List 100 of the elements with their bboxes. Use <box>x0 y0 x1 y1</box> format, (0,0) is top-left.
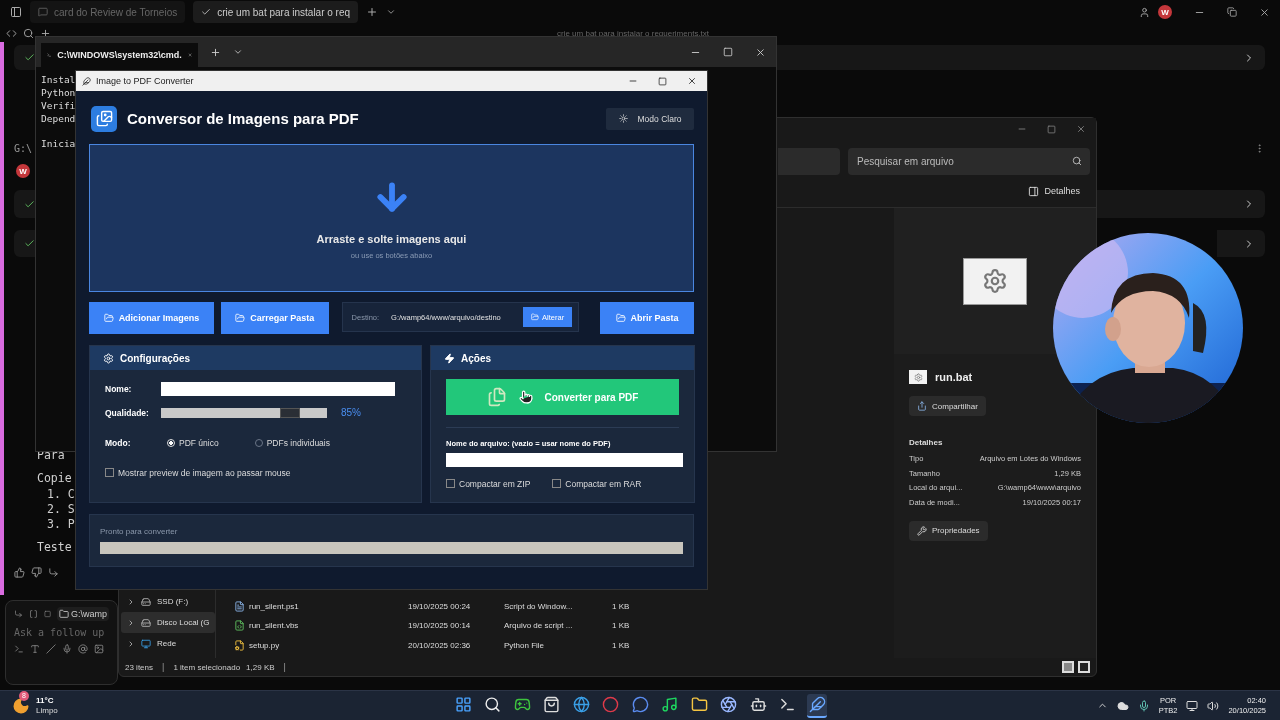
ring-icon <box>602 696 619 713</box>
feather-icon <box>82 76 91 86</box>
share-icon <box>917 401 927 411</box>
folder-icon <box>690 696 708 713</box>
status-text: Pronto para converter <box>100 527 179 536</box>
editor-tab[interactable]: crie um bat para instalar o req <box>193 1 359 23</box>
file-name: run.bat <box>935 371 973 383</box>
share-button[interactable]: Compartilhar <box>909 396 986 416</box>
chevron-down-icon[interactable] <box>233 47 243 57</box>
mic-icon[interactable] <box>1137 699 1150 712</box>
tree-item[interactable]: SSD (F:) <box>121 591 215 612</box>
name-field[interactable] <box>161 381 395 396</box>
search-icon[interactable] <box>23 27 34 39</box>
files-icon <box>486 387 507 407</box>
sun-icon <box>618 114 628 123</box>
file-date: 19/10/2025 00:14 <box>408 621 472 631</box>
terminal-icon <box>779 696 796 713</box>
gear-icon <box>913 372 923 382</box>
file-date: 20/10/2025 02:36 <box>408 640 472 650</box>
gamepad-icon <box>513 696 531 713</box>
file-row[interactable]: run_silent.ps1 19/10/2025 00:24 Script do Window... 1 KB <box>234 596 894 616</box>
tree-item[interactable]: Disco Local (G <box>121 612 215 633</box>
brackets-icon[interactable] <box>28 609 38 619</box>
maximize-icon[interactable] <box>1047 124 1056 134</box>
load-folder-button[interactable]: Carregar Pasta <box>220 302 329 334</box>
plus-icon[interactable] <box>40 27 51 39</box>
separator-text: | <box>162 662 165 672</box>
code-file-icon <box>234 620 245 632</box>
letter-icon[interactable] <box>30 644 40 654</box>
checkbox[interactable] <box>446 479 455 488</box>
terminal-line: Instal <box>41 73 76 86</box>
code-icon[interactable] <box>6 27 17 39</box>
close-icon[interactable] <box>1076 124 1086 134</box>
field-label: Modo: <box>105 437 132 448</box>
thumbs-down-icon[interactable] <box>31 567 42 578</box>
checkbox[interactable] <box>552 479 562 488</box>
close-icon[interactable] <box>755 46 766 58</box>
file-type: Script do Window... <box>504 601 574 611</box>
folder-icon <box>59 609 69 619</box>
file-row[interactable]: run_silent.vbs 19/10/2025 00:14 Arquivo de script ... 1 KB <box>234 616 894 636</box>
path-text: G:\ <box>14 142 33 154</box>
taskbar-app-button[interactable] <box>807 693 827 718</box>
file-size: 1 KB <box>612 640 631 650</box>
checkbox[interactable] <box>105 468 114 477</box>
new-tab-icon[interactable] <box>366 6 379 18</box>
tiles-view-icon[interactable] <box>1078 661 1090 673</box>
theme-button[interactable]: Modo Claro <box>606 107 694 130</box>
search-field[interactable]: Pesquisar em arquivo <box>848 148 1090 175</box>
thumbs-up-icon[interactable] <box>14 567 25 578</box>
file-row[interactable]: setup.py 20/10/2025 02:36 Python File 1 KB <box>234 635 894 655</box>
user-icon[interactable] <box>1139 6 1150 18</box>
images-icon <box>91 105 117 132</box>
folder-icon <box>615 313 626 323</box>
path-chip[interactable]: G:\wamp <box>57 607 109 621</box>
properties-button[interactable]: Propriedades <box>909 520 988 541</box>
image-icon[interactable] <box>94 644 104 654</box>
check-icon <box>24 238 35 249</box>
mic-icon[interactable] <box>62 644 72 654</box>
at-icon[interactable] <box>78 644 88 654</box>
moon-icon[interactable] <box>12 696 30 715</box>
status-text: 1 item selecionado <box>173 662 241 672</box>
cloud-icon[interactable] <box>1116 699 1129 712</box>
monitor-icon[interactable] <box>1186 699 1199 712</box>
chat-text: 1. C <box>47 487 75 502</box>
checkbox-label: Compactar em RAR <box>565 478 642 489</box>
slider-thumb[interactable] <box>280 407 301 418</box>
file-name: run_silent.vbs <box>249 621 299 631</box>
search-icon <box>484 696 501 713</box>
terminal-tab[interactable]: C:\WINDOWS\system32\cmd. <box>41 43 198 67</box>
gear-icon <box>982 268 1008 294</box>
new-tab-icon[interactable] <box>210 46 221 58</box>
filename-field[interactable] <box>446 453 683 467</box>
panel-title: Configurações <box>120 352 190 364</box>
chevron-down-icon[interactable] <box>386 7 397 17</box>
terminal-line: Python <box>41 86 76 99</box>
user-avatar[interactable]: W <box>1158 5 1172 19</box>
slash-icon[interactable] <box>46 644 56 654</box>
message-field[interactable]: Ask a follow up <box>14 627 109 638</box>
restore-icon[interactable] <box>1227 7 1237 17</box>
volume-icon[interactable] <box>1207 699 1220 712</box>
close-icon[interactable] <box>687 76 697 86</box>
open-folder-button[interactable]: Abrir Pasta <box>600 302 694 334</box>
details-button[interactable]: Detalhes <box>1026 183 1082 199</box>
globe-icon <box>572 696 590 713</box>
gear-icon <box>103 352 114 364</box>
reply-icon[interactable] <box>48 567 59 578</box>
chat-text: 3. P <box>47 517 75 532</box>
status-text: 23 itens <box>125 662 154 672</box>
quality-slider[interactable] <box>161 407 327 418</box>
maximize-icon[interactable] <box>658 76 667 86</box>
sidebar-toggle-icon[interactable] <box>10 6 22 18</box>
reply-icon[interactable] <box>14 609 23 619</box>
close-icon[interactable] <box>1259 6 1270 18</box>
details-view-icon[interactable] <box>1062 661 1074 673</box>
file-name: setup.py <box>249 640 280 650</box>
checkbox-label: Compactar em ZIP <box>459 478 531 489</box>
panel-icon <box>1028 185 1040 197</box>
tree-item[interactable]: Rede <box>121 633 215 654</box>
add-images-button[interactable]: Adicionar Imagens <box>89 302 214 334</box>
panel-title: Ações <box>461 352 491 364</box>
